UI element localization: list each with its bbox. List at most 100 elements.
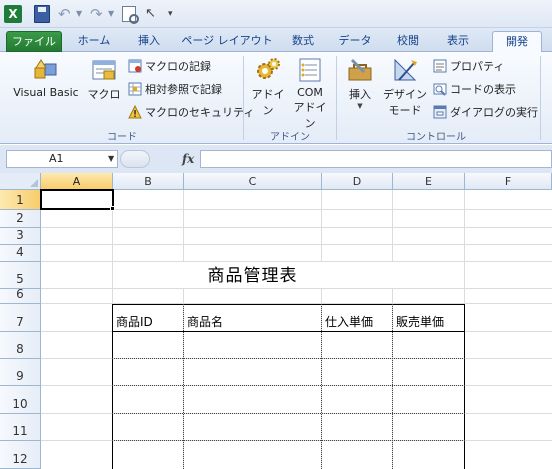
active-cell-a1[interactable] [40,189,114,210]
run-dialog-icon [433,105,447,119]
select-pointer-icon[interactable]: ↖ [145,5,156,23]
row-header-12[interactable]: 12 [0,441,41,469]
record-macro-button[interactable]: マクロの記録 [128,58,211,76]
row-header-6[interactable]: 6 [0,287,41,304]
name-box[interactable]: A1 [6,150,118,168]
tab-review[interactable]: 校閲 [386,31,430,52]
row-header-1[interactable]: 1 [0,190,41,210]
customize-qat-icon[interactable]: ▾ [168,5,178,23]
visual-basic-icon [32,56,60,84]
row-number: 12 [12,452,28,466]
row-number: 11 [12,424,28,438]
table-border [112,358,465,359]
row-number: 9 [16,369,24,383]
code-group-label: コード [107,132,137,143]
worksheet-grid: A B C D E F 1 2 3 4 5 6 7 8 9 10 11 12 商… [0,173,552,469]
com-addin-button[interactable]: COM アドイン [290,56,330,131]
tab-file[interactable]: ファイル [6,31,62,52]
row-header-9[interactable]: 9 [0,359,41,386]
insert-control-label: 挿入 [349,88,371,101]
column-header-b[interactable]: B [113,173,184,190]
row-header-8[interactable]: 8 [0,332,41,359]
undo-dropdown-icon[interactable]: ▼ [76,5,84,23]
macro-security-button[interactable]: マクロのセキュリティ [128,104,254,122]
design-mode-button[interactable]: デザイン モード [382,56,428,118]
column-header-c[interactable]: C [184,173,322,190]
tab-developer[interactable]: 開発 [492,31,542,53]
insert-control-button[interactable]: 挿入 ▼ [341,56,379,110]
tab-data[interactable]: データ [330,31,380,52]
quick-access-toolbar: X ↶ ▼ ↷ ▼ ↖ ▾ [0,0,552,28]
group-separator [336,56,337,140]
group-separator [540,56,541,140]
row-header-7[interactable]: 7 [0,304,41,332]
tab-insert[interactable]: 挿入 [126,31,172,52]
com-addin-icon [296,56,324,84]
row-number: 10 [12,397,28,411]
redo-icon[interactable]: ↷ [90,5,106,23]
run-dialog-label: ダイアログの実行 [450,106,538,119]
table-border [112,385,465,386]
row-header-5[interactable]: 5 [0,262,41,289]
gear-icon [254,56,282,84]
print-preview-icon[interactable] [122,6,139,24]
view-code-label: コードの表示 [450,83,516,96]
row-header-4[interactable]: 4 [0,245,41,262]
com-addin-label-line1: COM [297,86,323,99]
row-header-11[interactable]: 11 [0,414,41,441]
tab-home[interactable]: ホーム [68,31,120,52]
view-code-button[interactable]: コードの表示 [433,81,516,99]
column-header-a[interactable]: A [41,173,113,190]
tab-page-layout[interactable]: ページ レイアウト [178,31,276,52]
relative-reference-button[interactable]: 相対参照で記録 [128,81,222,99]
run-dialog-button[interactable]: ダイアログの実行 [433,104,538,122]
design-ruler-icon [391,56,419,84]
addin-button[interactable]: アドイン [248,56,288,118]
fill-handle[interactable] [110,206,115,211]
table-header-product-name[interactable]: 商品名 [184,304,321,332]
row-header-10[interactable]: 10 [0,386,41,414]
excel-icon[interactable]: X [4,5,22,23]
redo-dropdown-icon[interactable]: ▼ [108,5,116,23]
row-number: 8 [16,342,24,356]
relative-reference-icon [128,82,142,96]
column-header-d[interactable]: D [322,173,393,190]
group-separator [243,56,244,140]
column-header-e[interactable]: E [393,173,465,190]
table-header-selling-price[interactable]: 販売単価 [393,304,464,332]
formula-bar: A1 ▼ fx [0,145,552,173]
macro-security-label: マクロのセキュリティ [145,106,255,119]
formula-input[interactable] [200,150,552,168]
excel-window: X ↶ ▼ ↷ ▼ ↖ ▾ ファイル ホーム 挿入 ページ レイアウト 数式 デ… [0,0,552,469]
row-number: 2 [16,211,24,225]
row-number: 6 [16,287,24,301]
macro-button[interactable]: マクロ [86,56,122,102]
tab-view[interactable]: 表示 [436,31,480,52]
select-all-button[interactable] [0,173,41,190]
properties-icon [433,59,447,73]
row-number: 5 [16,272,24,286]
table-border [464,304,465,469]
properties-button[interactable]: プロパティ [433,58,504,76]
table-header-product-id[interactable]: 商品ID [113,304,183,332]
row-number: 4 [16,245,24,259]
save-icon[interactable] [34,5,50,23]
addin-label: アドイン [251,88,285,117]
view-code-icon [433,82,447,96]
visual-basic-button[interactable]: Visual Basic [10,56,82,99]
ribbon-developer: Visual Basic マクロ マクロの記録 相対参照で記録 マクロのセキュリ… [0,52,552,144]
undo-icon[interactable]: ↶ [58,5,74,23]
design-mode-label-line2: モード [388,104,422,117]
table-header-purchase-price[interactable]: 仕入単価 [322,304,392,332]
visual-basic-label: Visual Basic [13,86,79,99]
column-header-f[interactable]: F [465,173,552,190]
insert-function-icon[interactable]: fx [182,150,194,168]
ribbon-tabs: ファイル ホーム 挿入 ページ レイアウト 数式 データ 校閲 表示 開発 [0,28,552,53]
row-header-2[interactable]: 2 [0,210,41,228]
name-box-dropdown-icon[interactable]: ▼ [108,150,114,168]
gridline [41,227,552,228]
record-macro-label: マクロの記録 [145,60,211,73]
row-number: 3 [16,228,24,242]
tab-formulas[interactable]: 数式 [282,31,324,52]
row-header-3[interactable]: 3 [0,228,41,245]
